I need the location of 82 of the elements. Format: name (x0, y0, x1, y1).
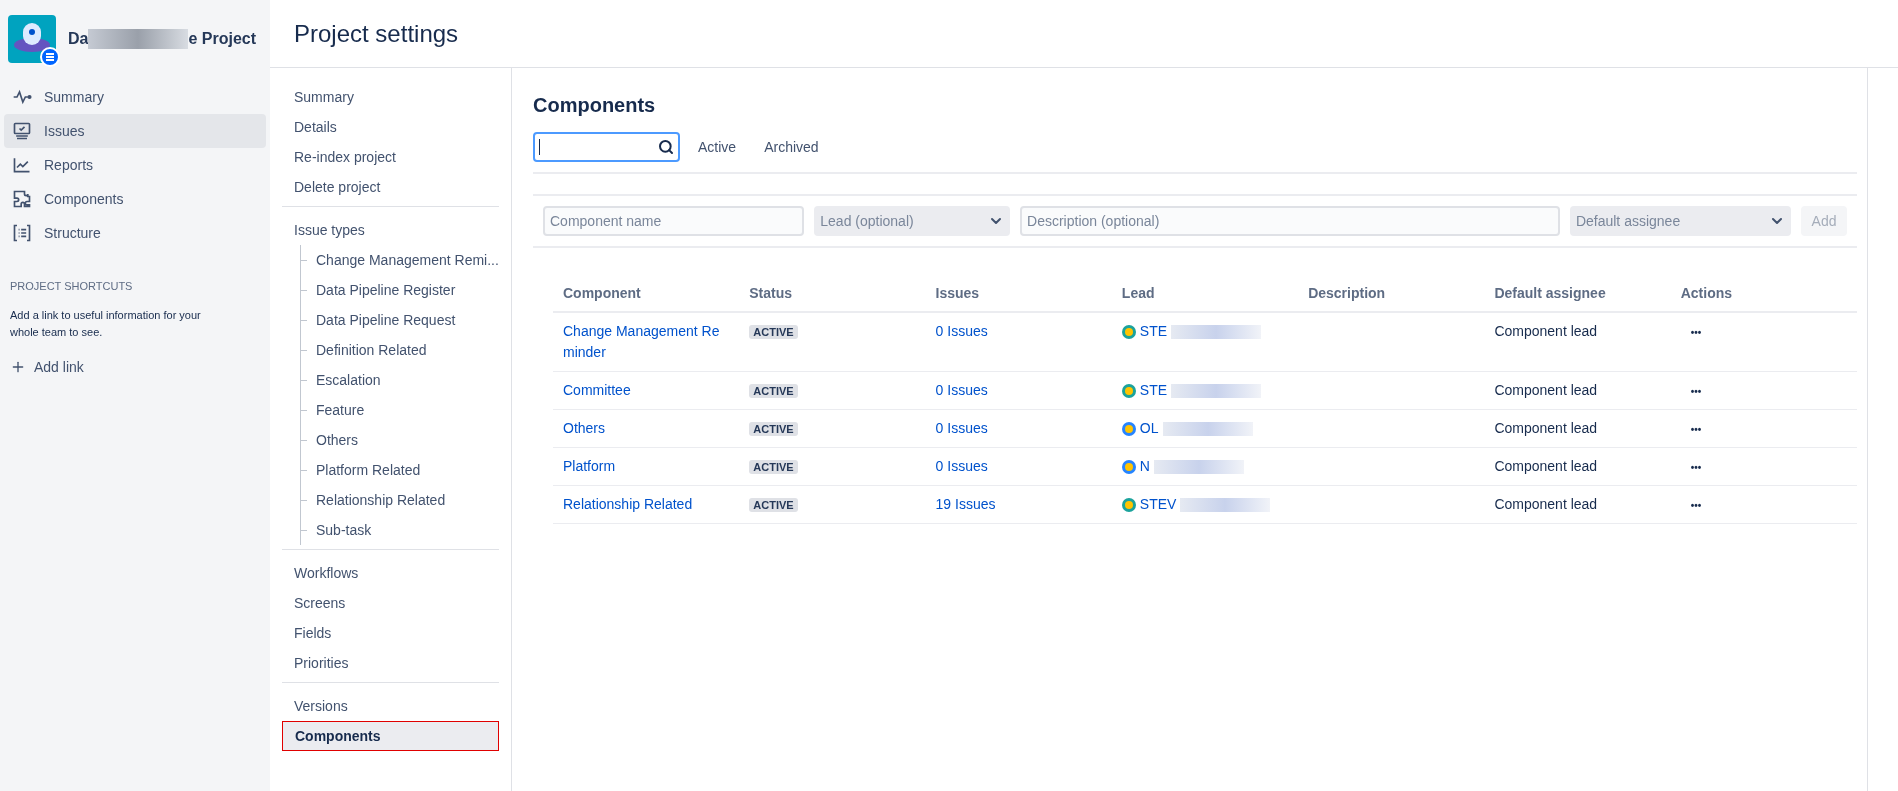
filter-tab[interactable]: Archived (754, 132, 829, 162)
settings-nav-item[interactable]: Components (282, 721, 499, 751)
issues-link[interactable]: 0 Issues (935, 458, 988, 474)
issue-type-item[interactable]: Platform Related (307, 459, 421, 481)
issue-type-item[interactable]: Data Pipeline Register (307, 279, 456, 301)
column-header: Issues (935, 285, 980, 301)
component-name-field[interactable]: Component name (543, 206, 805, 236)
project-name: e Project (188, 29, 257, 49)
issue-type-item[interactable]: Escalation (307, 369, 381, 391)
issues-link[interactable]: 0 Issues (935, 323, 988, 339)
settings-nav-item[interactable]: Issue types (282, 215, 499, 245)
issue-type-item[interactable]: Data Pipeline Request (307, 309, 456, 331)
lead-link[interactable]: STE (1139, 380, 1168, 401)
settings-nav-item[interactable]: Details (282, 112, 499, 142)
sidebar-item[interactable]: Reports (4, 148, 266, 182)
search-icon (658, 139, 674, 155)
settings-nav-item[interactable]: Re-index project (282, 142, 499, 172)
status-lozenge: ACTIVE (749, 422, 798, 436)
description-field[interactable]: Description (optional) (1020, 206, 1560, 236)
settings-nav-item[interactable]: Workflows (282, 558, 499, 588)
issue-type-item[interactable]: Sub-task (307, 519, 372, 541)
page-title: Project settings (294, 18, 459, 49)
section-heading: PROJECT SHORTCUTS (9, 279, 134, 294)
more-actions-button[interactable]: ••• (1690, 325, 1702, 340)
settings-nav-item[interactable]: Screens (282, 588, 499, 618)
default-assignee: Component lead (1494, 420, 1598, 436)
lead-link[interactable]: N (1139, 456, 1150, 477)
issue-type-item[interactable]: Feature (307, 399, 365, 421)
default-assignee: Component lead (1494, 458, 1598, 474)
more-actions-button[interactable]: ••• (1690, 384, 1702, 399)
lead-link[interactable]: STE (1139, 321, 1168, 342)
shortcuts-hint: Add a link to useful information for your whole team to see. (9, 307, 202, 340)
column-header: Actions (1680, 285, 1733, 301)
pulse-icon (12, 87, 32, 107)
issue-type-item[interactable]: Relationship Related (307, 489, 446, 511)
component-link[interactable]: Others (563, 418, 730, 439)
filter-tab[interactable]: Active (688, 132, 747, 162)
default-assignee: Component lead (1494, 323, 1598, 339)
component-link[interactable]: Platform (563, 456, 730, 477)
issue-type-item[interactable]: Others (307, 429, 358, 451)
project-name: Da (68, 29, 89, 49)
chart-icon (12, 155, 32, 175)
plus-icon (10, 359, 26, 375)
lead-link[interactable]: STEV (1139, 494, 1177, 515)
sidebar-item[interactable]: Issues (4, 114, 266, 148)
column-header: Lead (1121, 285, 1155, 301)
issues-link[interactable]: 19 Issues (935, 496, 996, 512)
sidebar-item[interactable]: Components (4, 182, 266, 216)
status-lozenge: ACTIVE (749, 498, 798, 512)
more-actions-button[interactable]: ••• (1690, 498, 1702, 513)
section-title: Components (533, 93, 657, 118)
status-lozenge: ACTIVE (749, 384, 798, 398)
monitor-icon (12, 121, 32, 141)
column-header: Status (749, 285, 793, 301)
issues-link[interactable]: 0 Issues (935, 420, 988, 436)
status-lozenge: ACTIVE (749, 460, 798, 474)
settings-nav-item[interactable]: Versions (282, 691, 499, 721)
settings-nav-item[interactable]: Fields (282, 618, 499, 648)
column-header: Description (1308, 285, 1386, 301)
settings-nav-item[interactable]: Summary (282, 82, 499, 112)
issues-link[interactable]: 0 Issues (935, 382, 988, 398)
default-assignee: Component lead (1494, 382, 1598, 398)
issue-type-item[interactable]: Definition Related (307, 339, 427, 361)
more-actions-button[interactable]: ••• (1690, 460, 1702, 475)
column-header: Default assignee (1494, 285, 1606, 301)
puzzle-icon (12, 189, 32, 209)
component-link[interactable]: Relationship Related (563, 494, 730, 515)
component-link[interactable]: Committee (563, 380, 730, 401)
column-header: Component (563, 285, 641, 301)
more-actions-button[interactable]: ••• (1690, 422, 1702, 437)
add-link-button[interactable]: Add link (0, 356, 94, 378)
status-lozenge: ACTIVE (749, 325, 798, 339)
search-field[interactable] (533, 132, 680, 162)
component-link[interactable]: Change Management Reminder (563, 321, 730, 363)
sidebar-item[interactable]: Structure (4, 216, 266, 250)
issue-type-item[interactable]: Change Management Remi... (307, 249, 499, 271)
sidebar-item[interactable]: Summary (4, 80, 266, 114)
settings-nav-item[interactable]: Priorities (282, 648, 499, 678)
lead-link[interactable]: OL (1139, 418, 1159, 439)
default-assignee: Component lead (1494, 496, 1598, 512)
settings-nav-item[interactable]: Delete project (282, 172, 499, 202)
list-icon (12, 223, 32, 243)
